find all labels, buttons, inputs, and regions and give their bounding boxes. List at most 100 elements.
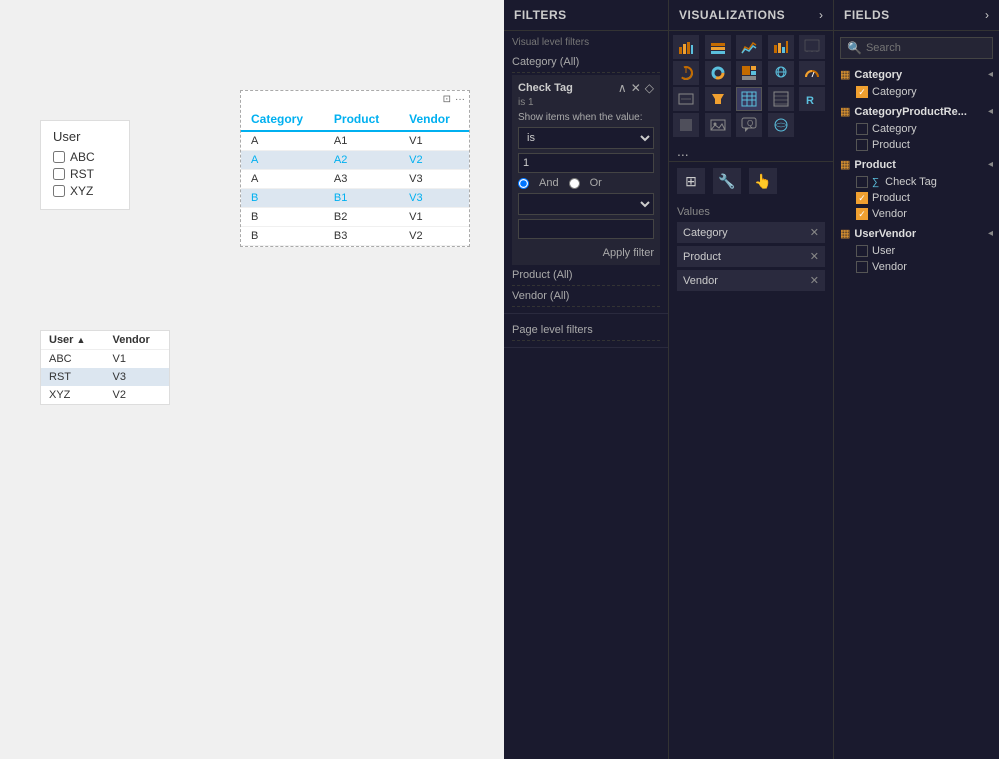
value-row-category[interactable]: Category ✕ [677,222,825,243]
viz-icon-r-visual[interactable]: R [799,87,825,111]
table-row: AA1V1 [241,131,469,151]
field-group-uservendor-header[interactable]: ▦ UserVendor ◂ [834,224,999,243]
field-checkbox-uservendor-vendor[interactable] [856,261,868,273]
table-expand-icon[interactable]: ⊡ [443,94,451,105]
filter-checktag-desc: Show items when the value: [518,112,654,123]
field-group-product-header[interactable]: ▦ Product ◂ [834,155,999,174]
uv-col-vendor[interactable]: Vendor [104,331,169,350]
viz-icon-qna[interactable]: Q [736,113,762,137]
user-vendor-table: User Vendor ABCV1 RSTV3 XYZV2 [40,330,170,405]
viz-icon-matrix[interactable] [768,87,794,111]
values-section: Values Category ✕ Product ✕ Vendor ✕ [669,200,833,300]
values-label: Values [677,206,825,218]
viz-icon-gauge[interactable] [799,61,825,85]
slicer-item-xyz[interactable]: XYZ [53,184,117,198]
field-checkbox-uservendor-user[interactable] [856,245,868,257]
filter-item-product[interactable]: Product (All) [512,265,660,286]
field-item-uservendor-user[interactable]: User [834,243,999,259]
slicer-item-abc[interactable]: ABC [53,150,117,164]
filters-panel: FILTERS Visual level filters Category (A… [504,0,669,759]
col-product[interactable]: Product [324,108,399,131]
viz-icon-globe[interactable] [768,113,794,137]
fields-search-input[interactable] [866,42,986,54]
viz-icon-column[interactable] [705,35,731,59]
filter-or-label: Or [590,177,602,189]
value-label-category: Category [683,227,728,239]
field-group-category-header[interactable]: ▦ Category ◂ [834,65,999,84]
value-remove-product[interactable]: ✕ [810,250,819,263]
data-table-container: ⊡ ··· Category Product Vendor AA1V1 [240,90,470,247]
field-item-catprodre-prod[interactable]: Product [834,137,999,153]
viz-icon-card[interactable] [673,87,699,111]
group-name-category: Category [854,69,902,81]
field-item-category-cat[interactable]: ✓ Category [834,84,999,100]
viz-panel-title: VISUALIZATIONS [679,8,785,22]
viz-icon-line[interactable] [768,35,794,59]
filter-or-radio[interactable] [569,178,580,189]
viz-tool-analytics[interactable]: 👆 [749,168,777,194]
slicer-checkbox-abc[interactable] [53,151,65,163]
filter-close-icon[interactable]: ✕ [631,81,641,95]
field-item-uservendor-vendor[interactable]: Vendor [834,259,999,275]
filter-value-input[interactable] [518,153,654,173]
viz-tool-fields[interactable]: ⊞ [677,168,705,194]
filter-item-vendor[interactable]: Vendor (All) [512,286,660,307]
viz-icon-pie[interactable] [673,61,699,85]
viz-tool-format[interactable]: 🔧 [713,168,741,194]
field-item-product-vendor[interactable]: ✓ Vendor [834,206,999,222]
sigma-icon-checktag: ∑ [872,177,879,188]
fields-search-box[interactable]: 🔍 [840,37,993,59]
slicer-checkbox-xyz[interactable] [53,185,65,197]
field-item-product-prod[interactable]: ✓ Product [834,190,999,206]
field-item-product-checktag[interactable]: ∑ Check Tag [834,174,999,190]
filter-condition-select[interactable]: is is not is less than is greater than [518,127,654,149]
viz-icon-scatter[interactable] [799,35,825,59]
viz-icon-area[interactable] [736,35,762,59]
field-checkbox-category-cat[interactable]: ✓ [856,86,868,98]
value-remove-vendor[interactable]: ✕ [810,274,819,287]
group-arrow-catprodre[interactable]: ◂ [988,106,993,117]
filter-second-input[interactable] [518,219,654,239]
field-name-uservendor-vendor: Vendor [872,261,907,273]
filter-collapse-icon[interactable]: ∧ [618,81,627,95]
viz-icon-donut[interactable] [705,61,731,85]
group-arrow-product[interactable]: ◂ [988,159,993,170]
uv-col-user[interactable]: User [41,331,104,350]
viz-more-dots[interactable]: ... [669,141,833,161]
value-remove-category[interactable]: ✕ [810,226,819,239]
table-more-icon[interactable]: ··· [455,94,465,105]
viz-icon-shape[interactable] [673,113,699,137]
viz-icon-bar[interactable] [673,35,699,59]
field-item-catprodre-cat[interactable]: Category [834,121,999,137]
viz-icon-funnel[interactable] [705,87,731,111]
field-checkbox-product-prod[interactable]: ✓ [856,192,868,204]
value-row-vendor[interactable]: Vendor ✕ [677,270,825,291]
viz-icon-map[interactable] [768,61,794,85]
filter-item-category[interactable]: Category (All) [512,52,660,73]
filter-page-level[interactable]: Page level filters [512,320,660,341]
apply-filter-button[interactable]: Apply filter [603,247,654,259]
viz-icon-treemap[interactable] [736,61,762,85]
field-checkbox-product-checktag[interactable] [856,176,868,188]
field-checkbox-product-vendor[interactable]: ✓ [856,208,868,220]
table-icon-product: ▦ [840,158,850,171]
group-name-uservendor: UserVendor [854,228,916,240]
field-group-catprodre-header[interactable]: ▦ CategoryProductRe... ◂ [834,102,999,121]
col-vendor[interactable]: Vendor [399,108,469,131]
field-checkbox-catprodre-cat[interactable] [856,123,868,135]
viz-icon-image[interactable] [705,113,731,137]
col-category[interactable]: Category [241,108,324,131]
fields-panel-arrow[interactable]: › [985,8,989,22]
field-checkbox-catprodre-prod[interactable] [856,139,868,151]
filter-and-radio[interactable] [518,178,529,189]
group-arrow-uservendor[interactable]: ◂ [988,228,993,239]
slicer-checkbox-rst[interactable] [53,168,65,180]
filter-eraser-icon[interactable]: ◇ [645,81,654,95]
group-arrow-category[interactable]: ◂ [988,69,993,80]
field-group-catprodre: ▦ CategoryProductRe... ◂ Category Produc… [834,102,999,153]
filter-second-select[interactable]: is [518,193,654,215]
slicer-item-rst[interactable]: RST [53,167,117,181]
viz-panel-arrow[interactable]: › [819,8,823,22]
value-row-product[interactable]: Product ✕ [677,246,825,267]
viz-icon-table[interactable] [736,87,762,111]
